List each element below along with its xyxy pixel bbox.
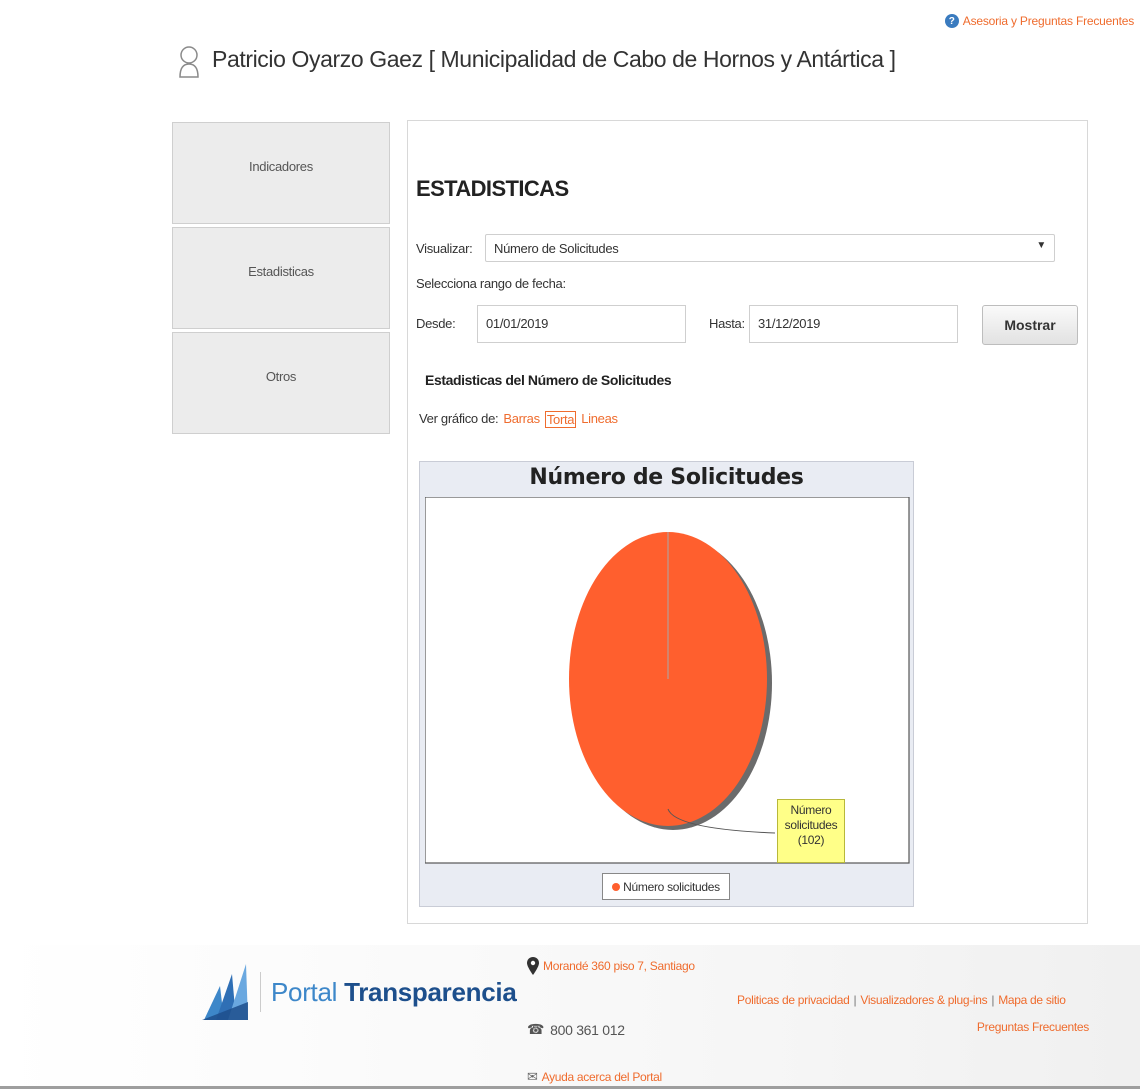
chart-legend: Número solicitudes	[602, 873, 730, 900]
chart-title: Número de Solicitudes	[529, 465, 804, 490]
help-link[interactable]: ? Asesoria y Preguntas Frecuentes	[944, 14, 1134, 28]
user-avatar-icon	[179, 46, 199, 78]
link-separator: |	[853, 993, 857, 1007]
hasta-value: 31/12/2019	[758, 316, 821, 331]
data-label-line: solicitudes	[784, 818, 838, 832]
desde-value: 01/01/2019	[486, 316, 549, 331]
logo-text-bold: Transparencia	[344, 976, 517, 1007]
sidebar-item-label: Indicadores	[249, 159, 313, 174]
logo-text: Portal Transparencia	[271, 976, 517, 1008]
mail-icon: ✉	[527, 1069, 538, 1084]
visualizar-label: Visualizar:	[416, 241, 473, 256]
visualizar-value: Número de Solicitudes	[494, 241, 619, 256]
portal-transparencia-logo-icon	[202, 964, 248, 1020]
user-title: Patricio Oyarzo Gaez [ Municipalidad de …	[212, 46, 896, 72]
desde-input[interactable]: 01/01/2019	[477, 305, 686, 343]
phone-text: 800 361 012	[550, 1021, 625, 1038]
footer-help[interactable]: ✉ Ayuda acerca del Portal	[527, 1069, 662, 1085]
chart-type-selector: Ver gráfico de: Barras Torta Lineas	[419, 411, 619, 428]
pie-data-label: Número solicitudes (102)	[777, 799, 845, 863]
sidebar-item-label: Otros	[265, 369, 297, 384]
footer-phone: ☎ 800 361 012	[527, 1021, 625, 1038]
question-icon: ?	[944, 14, 959, 28]
logo-divider	[260, 972, 261, 1012]
rango-label: Selecciona rango de fecha:	[416, 276, 566, 291]
data-label-line: (102)	[797, 833, 825, 847]
dropdown-arrow-icon: ▼	[1036, 240, 1046, 251]
sidebar-item-indicadores[interactable]: Indicadores	[172, 122, 390, 224]
footer-link-mapa[interactable]: Mapa de sitio	[998, 993, 1066, 1007]
visualizar-select[interactable]: Número de Solicitudes ▼	[485, 234, 1055, 262]
sidebar-item-otros[interactable]: Otros	[172, 332, 390, 434]
chart-type-barras[interactable]: Barras	[502, 411, 541, 428]
data-label-line: Número	[790, 803, 832, 817]
link-separator: |	[991, 993, 995, 1007]
hasta-input[interactable]: 31/12/2019	[749, 305, 958, 343]
help-text: Ayuda acerca del Portal	[541, 1070, 663, 1084]
footer-address[interactable]: Morandé 360 piso 7, Santiago	[527, 957, 695, 975]
user-header: Patricio Oyarzo Gaez [ Municipalidad de …	[178, 44, 896, 78]
footer-link-preguntas[interactable]: Preguntas Frecuentes	[977, 1020, 1089, 1034]
page-title: ESTADISTICAS	[416, 176, 569, 201]
logo-text-light: Portal	[271, 976, 338, 1007]
chart-type-torta[interactable]: Torta	[544, 411, 577, 428]
legend-label: Número solicitudes	[623, 879, 720, 894]
footer-link-privacidad[interactable]: Politicas de privacidad	[737, 993, 850, 1007]
chart-type-lineas[interactable]: Lineas	[580, 411, 619, 428]
sidebar-item-label: Estadisticas	[248, 264, 314, 279]
footer-link-visualizadores[interactable]: Visualizadores & plug-ins	[860, 993, 987, 1007]
ver-grafico-label: Ver gráfico de:	[419, 411, 499, 426]
portal-logo[interactable]: Portal Transparencia	[202, 962, 517, 1022]
location-pin-icon	[527, 957, 539, 975]
mostrar-button[interactable]: Mostrar	[982, 305, 1078, 345]
legend-marker	[612, 882, 621, 891]
hasta-label: Hasta:	[709, 316, 745, 331]
phone-icon: ☎	[527, 1021, 545, 1037]
sidebar: Indicadores Estadisticas Otros	[172, 122, 390, 437]
footer-links: Politicas de privacidad | Visualizadores &…	[737, 993, 1066, 1007]
address-text: Morandé 360 piso 7, Santiago	[543, 959, 695, 973]
sidebar-item-estadisticas[interactable]: Estadisticas	[172, 227, 390, 329]
help-link-label: Asesoria y Preguntas Frecuentes	[962, 14, 1134, 28]
desde-label: Desde:	[416, 316, 456, 331]
section-subtitle: Estadisticas del Número de Solicitudes	[425, 372, 672, 388]
